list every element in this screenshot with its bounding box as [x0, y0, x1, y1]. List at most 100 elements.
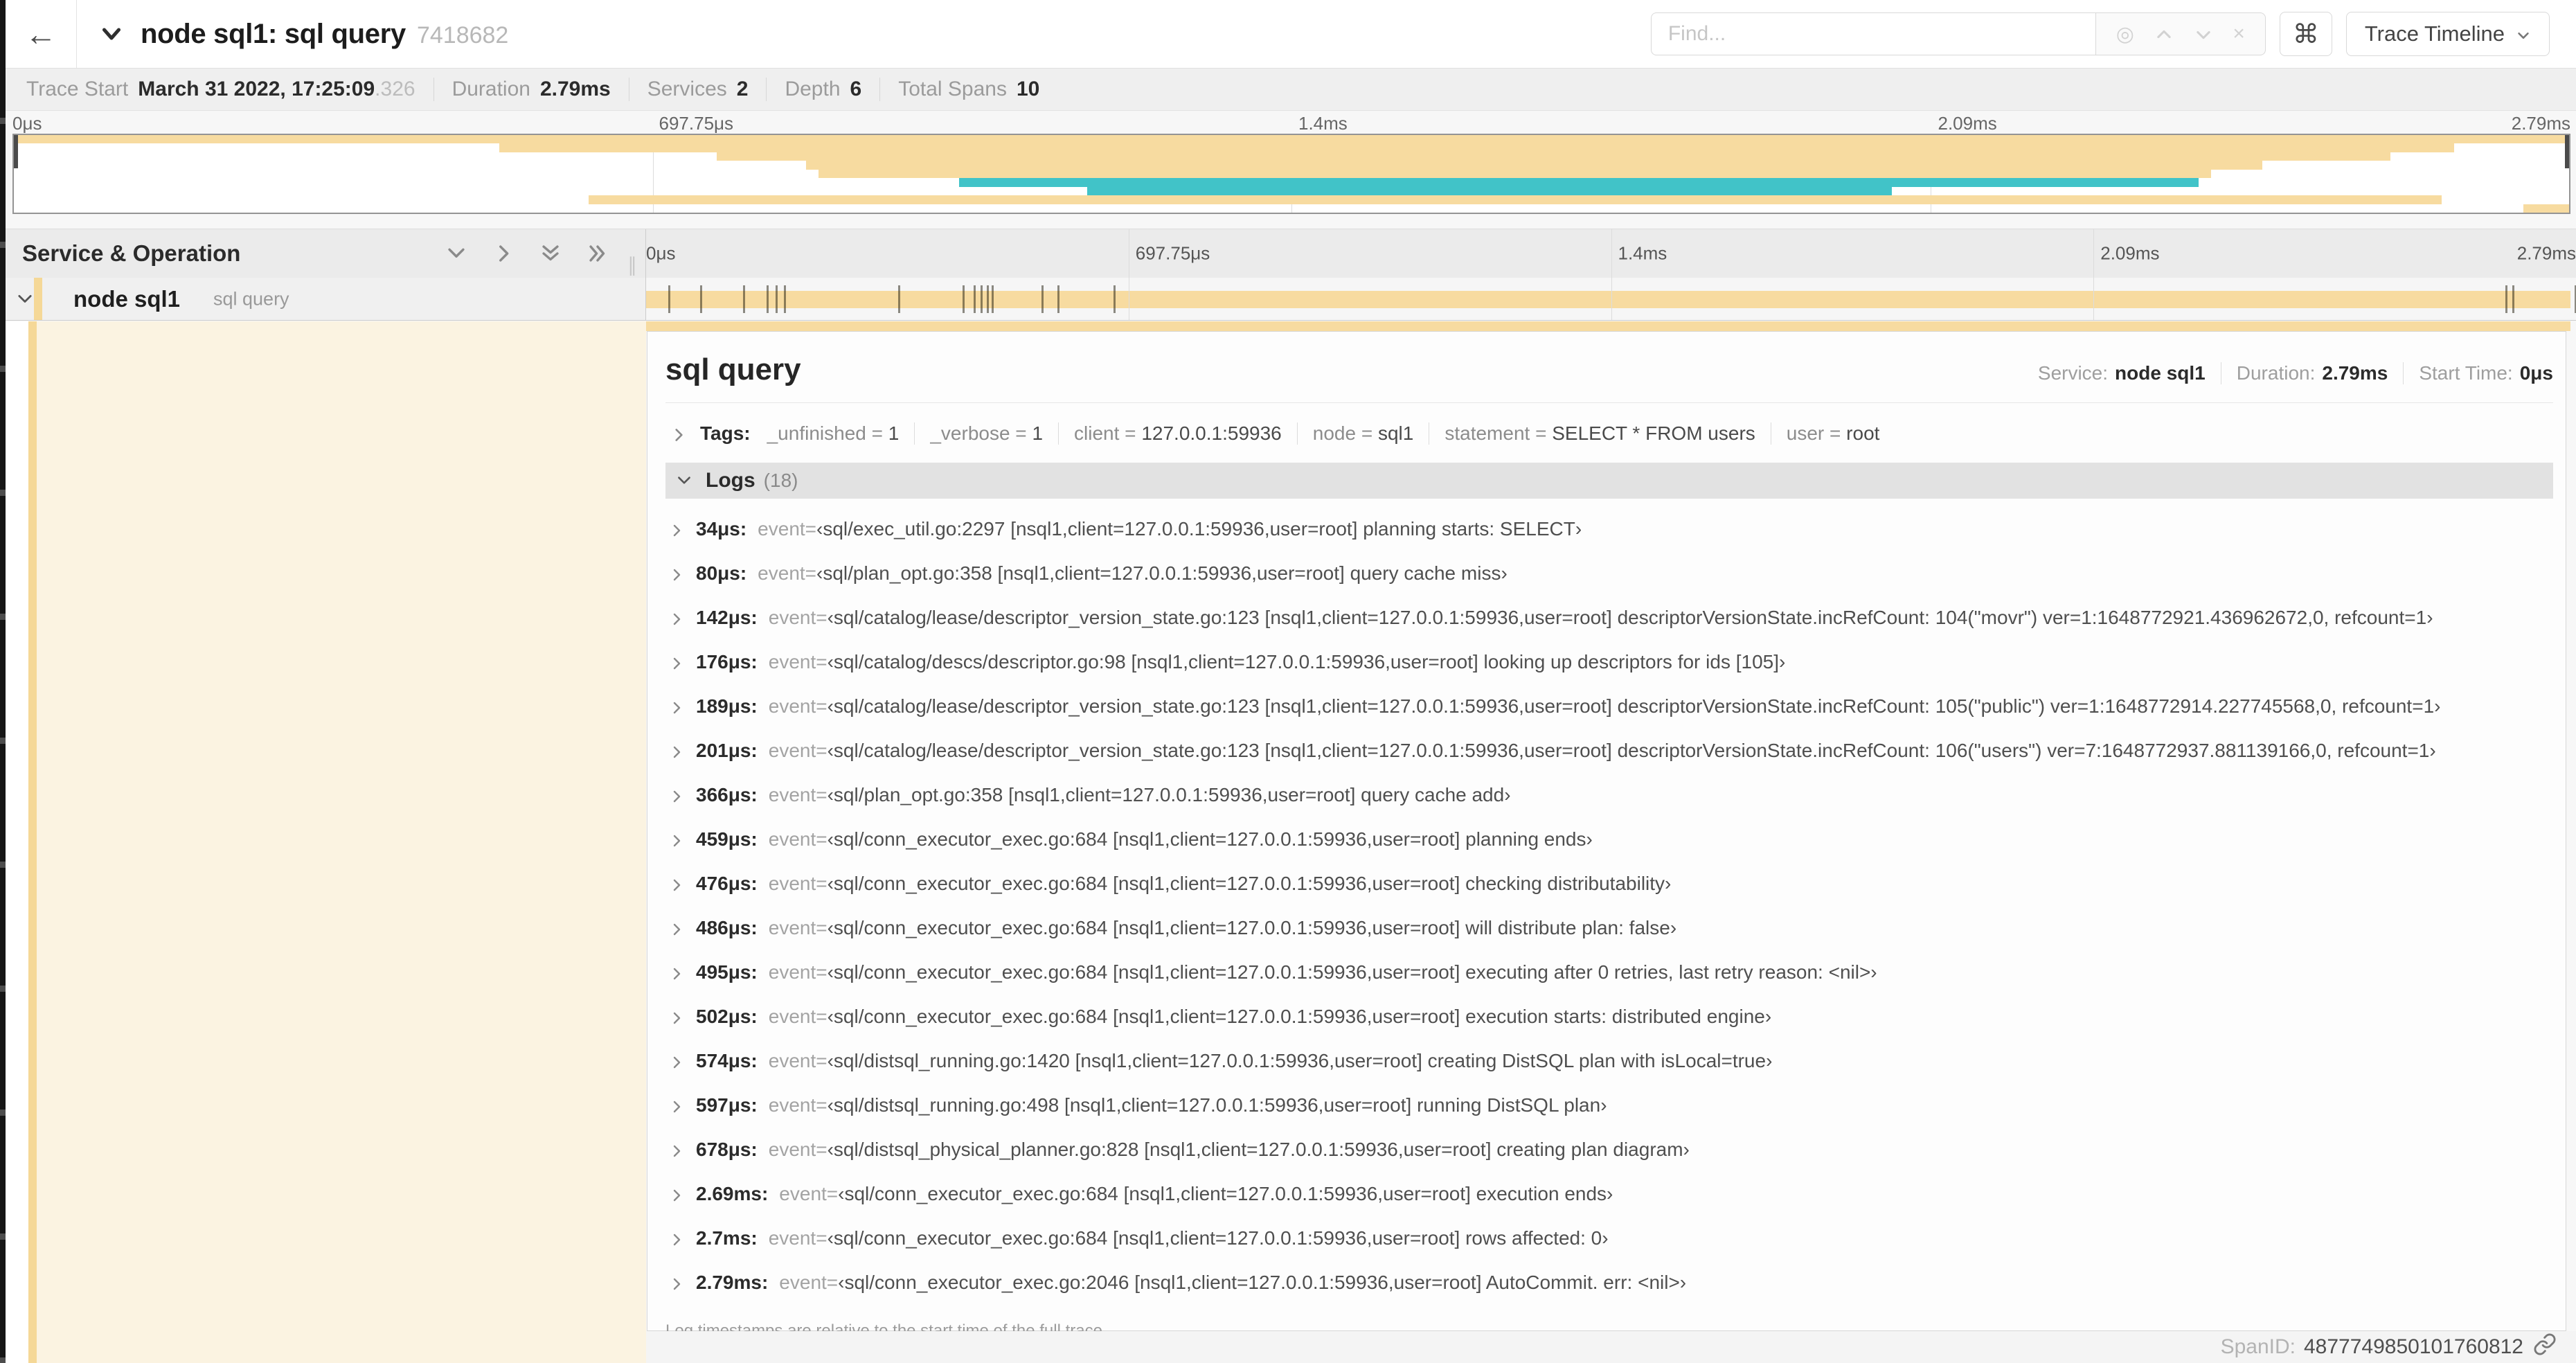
chevron-right-icon[interactable] [668, 651, 685, 673]
log-row[interactable]: 597μs: event = ‹sql/distsql_running.go:49… [665, 1083, 2553, 1128]
chevron-right-icon[interactable] [668, 1139, 685, 1161]
log-row[interactable]: 80μs: event = ‹sql/plan_opt.go:358 [nsql1… [665, 551, 2553, 596]
chevron-right-icon[interactable] [668, 1227, 685, 1249]
spanid-value: 4877749850101760812 [2303, 1335, 2523, 1358]
detail-service-label: Service: [2037, 362, 2109, 384]
tags-accordian[interactable]: Tags: _unfinished = 1 _verbose = 1 client … [665, 422, 2553, 445]
tag-item: client = 127.0.0.1:59936 [1058, 422, 1282, 445]
detail-row-left-column [6, 321, 646, 1363]
logs-accordian-header[interactable]: Logs (18) [665, 463, 2553, 499]
chevron-right-icon[interactable] [668, 873, 685, 895]
minimap-scrubber-right[interactable] [2565, 135, 2569, 168]
trace-timeline-page: ← node sql1: sql query 7418682 ◎ × [0, 0, 2576, 1363]
log-field-value: ‹sql/conn_executor_exec.go:684 [nsql1,cl… [827, 873, 1672, 894]
log-field-value: ‹sql/exec_util.go:2297 [nsql1,client=127… [816, 518, 1582, 540]
view-selector-label: Trace Timeline [2364, 21, 2505, 46]
chevron-down-icon[interactable] [675, 472, 693, 490]
log-timestamp: 502μs: [696, 1006, 758, 1027]
log-field-name: event [758, 518, 805, 540]
chevron-down-icon[interactable] [99, 21, 124, 46]
minimap-canvas[interactable] [12, 134, 2570, 214]
log-row[interactable]: 2.79ms: event = ‹sql/conn_executor_exec.g… [665, 1260, 2553, 1305]
expand-one-icon[interactable] [492, 242, 515, 265]
detail-service: Service: node sql1 [2038, 362, 2206, 384]
view-selector-button[interactable]: Trace Timeline [2345, 12, 2550, 56]
chevron-right-icon[interactable] [668, 961, 685, 983]
page-title: node sql1: sql query [141, 18, 406, 49]
column-resize-grip[interactable]: ∥ [627, 253, 638, 276]
log-row[interactable]: 2.69ms: event = ‹sql/conn_executor_exec.g… [665, 1172, 2553, 1216]
log-field-value: ‹sql/distsql_running.go:498 [nsql1,clien… [827, 1094, 1607, 1116]
chevron-right-icon[interactable] [668, 607, 685, 629]
log-row[interactable]: 34μs: event = ‹sql/exec_util.go:2297 [nsq… [665, 507, 2553, 551]
collapse-one-icon[interactable] [445, 242, 468, 265]
span-row[interactable]: node sql1 sql query [6, 278, 2576, 321]
log-row[interactable]: 2.7ms: event = ‹sql/conn_executor_exec.go… [665, 1216, 2553, 1260]
chevron-down-icon[interactable] [2194, 22, 2213, 46]
log-row[interactable]: 678μs: event = ‹sql/distsql_physical_plan… [665, 1128, 2553, 1172]
detail-start-value: 0μs [2519, 362, 2553, 384]
total-spans-label: Total Spans [898, 78, 1007, 100]
log-field-value: ‹sql/catalog/lease/descriptor_version_st… [827, 695, 2441, 717]
ruler-tick-label: 2.09ms [2100, 242, 2160, 264]
log-row[interactable]: 201μs: event = ‹sql/catalog/lease/descrip… [665, 729, 2553, 773]
chevron-right-icon[interactable] [668, 695, 685, 718]
log-row[interactable]: 476μs: event = ‹sql/conn_executor_exec.go… [665, 862, 2553, 906]
locate-icon[interactable]: ◎ [2116, 22, 2134, 46]
chevron-right-icon[interactable] [668, 1006, 685, 1028]
log-field-name: event [779, 1272, 827, 1293]
chevron-right-icon[interactable] [670, 422, 688, 445]
log-row[interactable]: 574μs: event = ‹sql/distsql_running.go:14… [665, 1039, 2553, 1083]
log-timestamp: 2.7ms: [696, 1227, 758, 1249]
depth-stat: Depth 6 [766, 78, 861, 101]
minimap-scrubber-left[interactable] [14, 135, 18, 168]
close-icon[interactable]: × [2233, 22, 2245, 46]
log-field-name: event [768, 651, 816, 672]
chevron-up-icon[interactable] [2154, 22, 2174, 46]
log-field-value: ‹sql/conn_executor_exec.go:684 [nsql1,cl… [838, 1183, 1613, 1204]
link-icon[interactable] [2533, 1333, 2557, 1362]
collapse-all-icon[interactable] [539, 242, 562, 265]
trace-start-stat: Trace Start March 31 2022, 17:25:09 .326 [26, 78, 415, 101]
chevron-right-icon[interactable] [668, 1183, 685, 1205]
timeline-gridline [2093, 229, 2095, 278]
back-button[interactable]: ← [6, 0, 77, 68]
chevron-right-icon[interactable] [668, 740, 685, 762]
chevron-right-icon[interactable] [668, 917, 685, 939]
log-tick-marker [992, 285, 994, 313]
app-header: ← node sql1: sql query 7418682 ◎ × [6, 0, 2576, 69]
minimap-span [716, 152, 2390, 161]
duration-value: 2.79ms [539, 78, 611, 100]
log-row[interactable]: 176μs: event = ‹sql/catalog/descs/descrip… [665, 640, 2553, 684]
log-row[interactable]: 502μs: event = ‹sql/conn_executor_exec.go… [665, 995, 2553, 1039]
chevron-right-icon[interactable] [668, 1272, 685, 1294]
span-row-name-cell[interactable]: node sql1 sql query [6, 278, 646, 320]
timeline-gridline [1611, 229, 1612, 278]
chevron-down-icon[interactable] [15, 289, 35, 309]
chevron-right-icon[interactable] [668, 518, 685, 540]
log-row[interactable]: 459μs: event = ‹sql/conn_executor_exec.go… [665, 817, 2553, 862]
chevron-right-icon[interactable] [668, 1094, 685, 1116]
log-field-value: ‹sql/plan_opt.go:358 [nsql1,client=127.0… [816, 562, 1508, 584]
trace-title-wrap: node sql1: sql query 7418682 [99, 19, 508, 50]
trace-id: 7418682 [416, 21, 509, 48]
span-duration-bar[interactable] [646, 291, 2570, 308]
minimap-span [589, 195, 2442, 204]
find-input[interactable] [1650, 12, 2095, 55]
log-row[interactable]: 366μs: event = ‹sql/plan_opt.go:358 [nsql… [665, 773, 2553, 817]
chevron-right-icon[interactable] [668, 562, 685, 585]
keyboard-shortcuts-button[interactable]: ⌘ [2279, 12, 2332, 56]
chevron-right-icon[interactable] [668, 1050, 685, 1072]
log-row[interactable]: 486μs: event = ‹sql/conn_executor_exec.go… [665, 906, 2553, 950]
depth-label: Depth [785, 78, 841, 100]
log-field-value: ‹sql/conn_executor_exec.go:684 [nsql1,cl… [827, 828, 1593, 850]
log-row[interactable]: 142μs: event = ‹sql/catalog/lease/descrip… [665, 596, 2553, 640]
chevron-right-icon[interactable] [668, 828, 685, 850]
span-row-timeline-cell[interactable] [646, 278, 2576, 320]
expand-all-icon[interactable] [586, 242, 609, 265]
log-timestamp: 176μs: [696, 651, 758, 672]
log-row[interactable]: 189μs: event = ‹sql/catalog/lease/descrip… [665, 684, 2553, 729]
log-row[interactable]: 495μs: event = ‹sql/conn_executor_exec.go… [665, 950, 2553, 995]
tags-label: Tags: [700, 422, 751, 444]
chevron-right-icon[interactable] [668, 784, 685, 806]
